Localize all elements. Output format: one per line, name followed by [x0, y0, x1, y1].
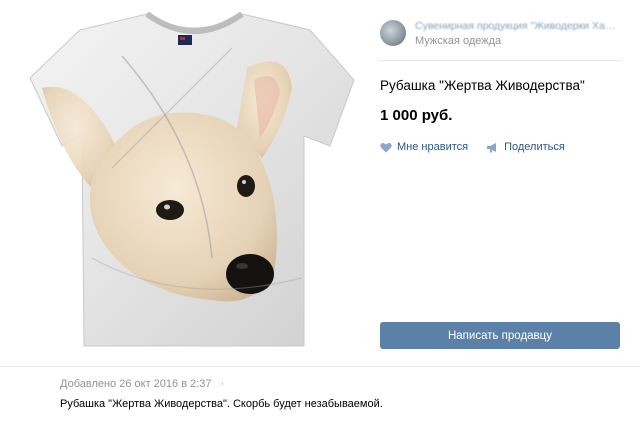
- megaphone-icon: [487, 142, 497, 152]
- shop-info: Сувенирная продукция "Живодерки Хабар...…: [415, 20, 620, 47]
- share-label: Поделиться: [504, 141, 565, 153]
- divider: [380, 60, 620, 61]
- like-button[interactable]: Мне нравится: [380, 141, 468, 153]
- heart-icon: [380, 142, 392, 152]
- message-seller-button[interactable]: Написать продавцу: [380, 322, 620, 349]
- added-date: Добавлено 26 окт 2016 в 2:37 ·: [60, 378, 224, 390]
- product-title: Рубашка "Жертва Живодерства": [380, 78, 585, 93]
- product-image[interactable]: [22, 8, 362, 360]
- avatar[interactable]: [380, 20, 406, 46]
- share-button[interactable]: Поделиться: [486, 141, 565, 153]
- shop-name-link[interactable]: Сувенирная продукция "Живодерки Хабар...: [415, 20, 620, 32]
- product-price: 1 000 руб.: [380, 107, 453, 124]
- shop-header[interactable]: Сувенирная продукция "Живодерки Хабар...…: [380, 16, 620, 50]
- divider: [0, 366, 640, 367]
- like-label: Мне нравится: [397, 141, 469, 153]
- added-date-text[interactable]: Добавлено 26 окт 2016 в 2:37: [60, 378, 212, 390]
- shop-category: Мужская одежда: [415, 34, 502, 47]
- tshirt-dog-print-image: [29, 11, 355, 347]
- product-actions: Мне нравится Поделиться: [380, 141, 583, 153]
- meta-separator: ·: [220, 378, 225, 390]
- product-description: Рубашка "Жертва Живодерства". Скорбь буд…: [60, 398, 383, 410]
